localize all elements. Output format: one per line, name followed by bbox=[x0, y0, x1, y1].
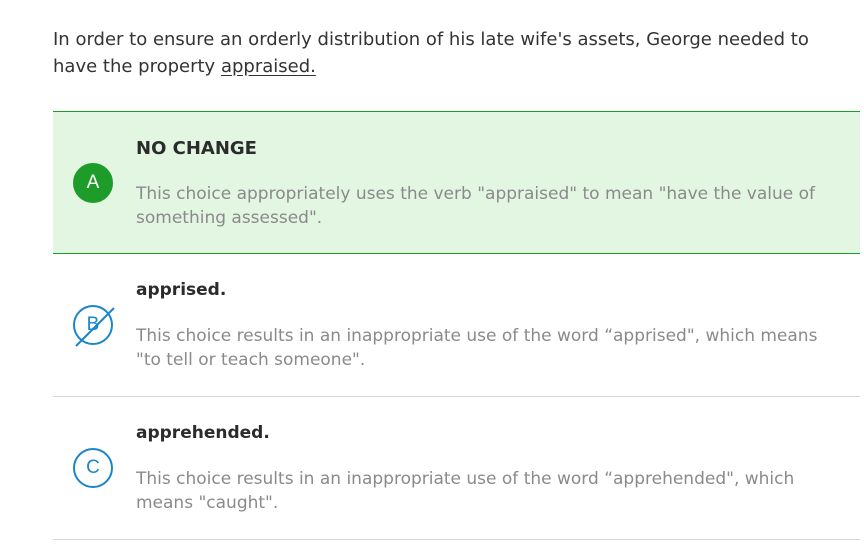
question-text: In order to ensure an orderly distributi… bbox=[53, 29, 809, 77]
question-stem: In order to ensure an orderly distributi… bbox=[53, 26, 853, 80]
choice-c-letter-badge[interactable]: C bbox=[73, 448, 113, 488]
choice-a-title: NO CHANGE bbox=[136, 138, 257, 159]
choice-b[interactable]: B apprised. This choice results in an in… bbox=[53, 254, 860, 397]
choice-c-title: apprehended. bbox=[136, 423, 270, 443]
choice-a-letter: A bbox=[86, 172, 100, 193]
choice-a-explanation: This choice appropriately uses the verb … bbox=[136, 184, 816, 228]
choice-b-letter-badge[interactable]: B bbox=[73, 305, 115, 347]
choice-c-letter: C bbox=[86, 457, 100, 478]
choice-c[interactable]: C apprehended. This choice results in an… bbox=[53, 397, 860, 540]
choice-b-letter: B bbox=[86, 314, 100, 335]
choice-a-letter-badge[interactable]: A bbox=[73, 163, 113, 203]
answer-choices: A NO CHANGE This choice appropriately us… bbox=[53, 111, 860, 540]
choice-a[interactable]: A NO CHANGE This choice appropriately us… bbox=[53, 111, 860, 254]
choice-c-explanation: This choice results in an inappropriate … bbox=[136, 469, 795, 513]
underlined-portion: appraised. bbox=[220, 56, 316, 77]
choice-b-explanation: This choice results in an inappropriate … bbox=[136, 326, 818, 370]
choice-b-title: apprised. bbox=[136, 280, 227, 300]
